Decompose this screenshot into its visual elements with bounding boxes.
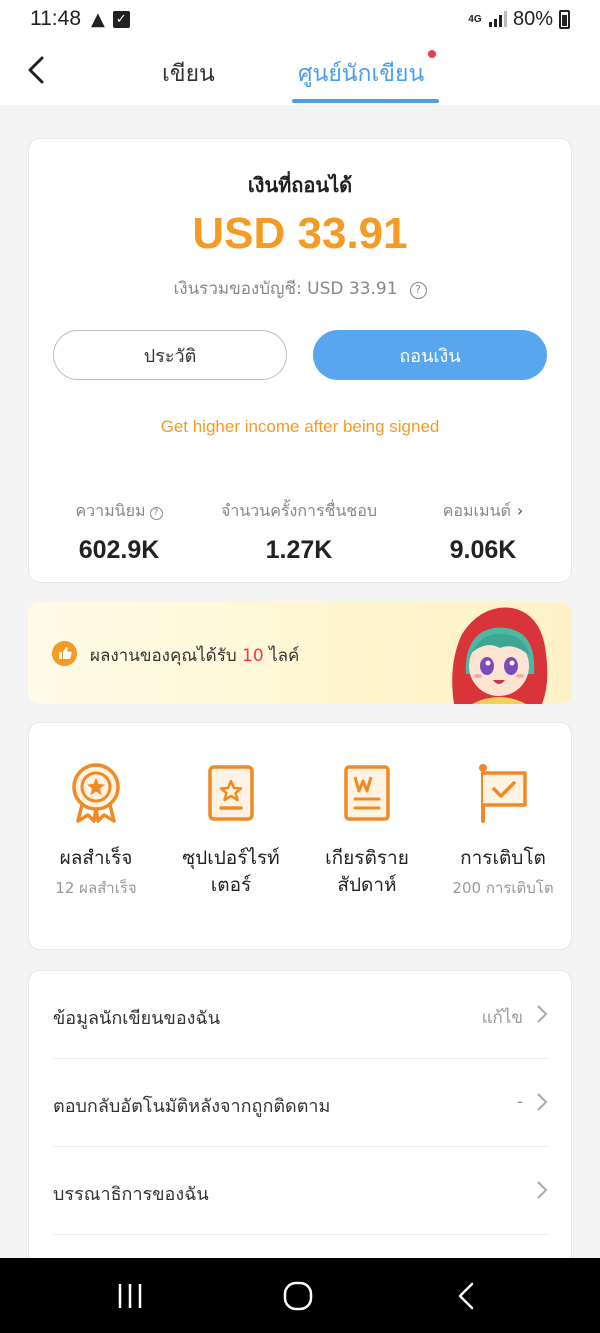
stat-comments-label: คอมเมนต์ [442,501,511,520]
account-total: เงินรวมของบัญชี: USD 33.91? [29,275,571,302]
status-time: 11:48 [30,7,81,30]
income-card: เงินที่ถอนได้ USD 33.91 เงินรวมของบัญชี:… [28,138,572,583]
withdrawable-label: เงินที่ถอนได้ [247,173,353,197]
weekly-honor-icon [344,765,390,821]
likes-banner[interactable]: ผลงานของคุณได้รับ 10 ไลค์ [28,602,572,704]
stat-comments-value: 9.06K [449,536,517,564]
stat-popularity-value: 602.9K [78,536,160,564]
menu-item-label: ข้อมูลนักเขียนของฉัน [53,1008,220,1029]
top-tab-bar: เขียน ศูนย์นักเขียน [0,38,600,105]
home-icon[interactable] [268,1276,328,1316]
stat-popularity: ความนิยม? 602.9K [69,499,169,565]
chevron-right-icon [537,1005,548,1023]
thumbs-up-icon [52,641,77,666]
menu-item-my-editor[interactable]: บรรณาธิการของฉัน [53,1147,549,1235]
mascot-illustration [452,607,548,704]
achievement-title: เกียรติราย สัปดาห์ [325,847,409,896]
writer-menu-list: ข้อมูลนักเขียนของฉัน แก้ไข ตอบกลับอัตโนม… [28,970,572,1290]
account-total-text: เงินรวมของบัญชี: USD 33.91 [173,279,398,299]
back-arrow-icon[interactable] [20,52,56,88]
help-icon[interactable]: ? [409,282,427,299]
notification-dot [428,50,436,58]
achievement-title: การเติบโต [460,847,546,869]
achievement-item-growth[interactable]: การเติบโต 200 การเติบโต [438,761,568,900]
achievement-item-super-writer[interactable]: ซุปเปอร์ไรท์ เตอร์ [166,761,296,899]
likes-banner-text: ผลงานของคุณได้รับ 10 ไลค์ [90,646,300,666]
chevron-right-icon [537,1093,548,1111]
signed-promo-link[interactable]: Get higher income after being signed [29,417,571,437]
warning-icon: ▲ [91,8,105,30]
battery-icon [559,9,570,29]
medal-icon [72,763,120,823]
withdrawable-amount: USD 33.91 [192,209,408,258]
star-book-icon [208,765,254,821]
achievement-title: ผลสำเร็จ [59,847,133,869]
tab-writer-center[interactable]: ศูนย์นักเขียน [298,56,424,92]
stat-likes-value: 1.27K [265,536,333,564]
menu-item-label: ตอบกลับอัตโนมัติหลังจากถูกติดตาม [53,1096,331,1117]
stat-comments[interactable]: คอมเมนต์ › 9.06K [429,499,537,565]
checkbox-notification-icon: ✓ [112,10,130,28]
growth-flag-icon [479,764,527,823]
status-bar: 11:48 ▲ ✓ 4G 80% [0,0,600,38]
achievement-subtitle: 200 การเติบโต [452,879,554,897]
achievement-item-weekly-honor[interactable]: เกียรติราย สัปดาห์ [302,761,432,899]
recent-apps-icon[interactable] [100,1276,160,1316]
likes-count: 10 [242,646,264,666]
achievement-item-achievements[interactable]: ผลสำเร็จ 12 ผลสำเร็จ [31,761,161,900]
achievement-subtitle: 12 ผลสำเร็จ [55,879,137,897]
achievements-card: ผลสำเร็จ 12 ผลสำเร็จ ซุปเปอร์ไรท์ เตอร์ … [28,722,572,950]
system-back-icon[interactable] [436,1276,496,1316]
edit-link[interactable]: แก้ไข [482,1004,523,1031]
battery-percent: 80% [512,7,553,30]
stat-likes: จำนวนครั้งการชื่นชอบ 1.27K [209,499,389,565]
active-tab-indicator [292,99,439,103]
menu-item-value: - [516,1092,523,1112]
system-navigation-bar [0,1258,600,1333]
history-button[interactable]: ประวัติ [53,330,287,380]
menu-item-label: บรรณาธิการของฉัน [53,1184,209,1205]
menu-item-my-writer-info[interactable]: ข้อมูลนักเขียนของฉัน แก้ไข [53,971,549,1059]
achievement-title: ซุปเปอร์ไรท์ เตอร์ [182,847,280,896]
menu-item-auto-reply[interactable]: ตอบกลับอัตโนมัติหลังจากถูกติดตาม - [53,1059,549,1147]
chevron-right-icon [537,1181,548,1199]
network-type-icon: 4G [468,13,482,25]
stat-likes-label: จำนวนครั้งการชื่นชอบ [220,501,377,520]
stat-popularity-label: ความนิยม [75,501,146,520]
signal-icon [488,11,507,27]
help-icon[interactable]: ? [149,507,163,520]
chevron-right-icon: › [516,501,524,520]
tab-write[interactable]: เขียน [162,56,215,92]
withdraw-button[interactable]: ถอนเงิน [313,330,547,380]
